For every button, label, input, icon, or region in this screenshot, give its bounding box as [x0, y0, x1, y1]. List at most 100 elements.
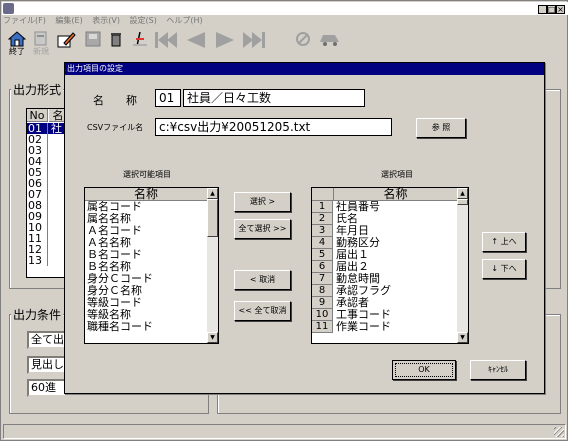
car-button[interactable] [317, 31, 343, 59]
selected-item[interactable]: 8 承認フラグ [312, 285, 457, 297]
select-all-button[interactable]: 全て選択 >> [234, 219, 291, 239]
first-record-button[interactable] [153, 31, 179, 59]
menu-settings[interactable]: 設定(S) [130, 16, 157, 25]
selected-title: 選択項目 [381, 170, 413, 179]
pencil-icon [56, 31, 76, 48]
resize-grip-icon[interactable] [554, 427, 564, 437]
scroll-up-icon[interactable]: ▲ [207, 188, 218, 199]
selected-item-label: 工事コード [336, 309, 391, 321]
close-window-button[interactable]: × [556, 5, 565, 14]
cond-field-all[interactable]: 全て出 [27, 331, 67, 349]
selected-item[interactable]: 10 工事コード [312, 309, 457, 321]
selected-item[interactable]: 6 届出２ [312, 261, 457, 273]
exit-label: 終了 [9, 47, 25, 56]
selected-item[interactable]: 11 作業コード [312, 321, 457, 333]
scroll-thumb[interactable] [207, 199, 218, 237]
available-item[interactable]: Ａ名コード [85, 225, 207, 237]
available-list[interactable]: 名称 属名コード 属名名称 Ａ名コード Ａ名名称 Ｂ名コード Ｂ名名称 身分Ｃコード 身分Ｃ名… [84, 187, 219, 344]
scroll-up-icon[interactable]: ▲ [457, 188, 468, 199]
selected-item[interactable]: 3 年月日 [312, 225, 457, 237]
cancel-edit-button[interactable] [293, 31, 313, 59]
selected-list[interactable]: 名称 1 社員番号 2 氏名 3 年月日 4 勤務区分 5 届出１ 6 届出２ 7 勤怠時間 8 承認フラグ 9… [311, 187, 469, 344]
selected-item-no: 11 [312, 321, 333, 333]
available-item[interactable]: Ｂ名名称 [85, 261, 207, 273]
browse-button[interactable]: 参 照 [416, 118, 466, 138]
selected-item-label: 年月日 [336, 225, 369, 237]
output-list: No 名 01 02 03 04 05 06 07 08 09 10 11 12 13 社 [26, 108, 67, 278]
selected-item-no: 4 [312, 237, 333, 249]
available-header: 名称 [85, 188, 207, 201]
dialog-cancel-button[interactable]: ｷｬﾝｾﾙ [470, 360, 526, 380]
list-row-no[interactable]: 13 [27, 255, 48, 266]
selected-item[interactable]: 2 氏名 [312, 213, 457, 225]
available-item[interactable]: 等級コード [85, 297, 207, 309]
available-item[interactable]: 属名コード [85, 201, 207, 213]
selected-item-label: 届出１ [336, 249, 369, 261]
save-button[interactable] [83, 31, 103, 59]
selected-item-no: 6 [312, 261, 333, 273]
menu-edit[interactable]: 編集(E) [55, 16, 82, 25]
menu-view[interactable]: 表示(V) [92, 16, 120, 25]
name-no-field[interactable]: 01 [155, 89, 181, 107]
move-up-button[interactable]: ↑ 上へ [482, 232, 526, 252]
selected-item-no: 1 [312, 201, 333, 213]
selected-item-label: 届出２ [336, 261, 369, 273]
cond-field-base60[interactable]: 60進数 [27, 379, 67, 397]
available-title: 選択可能項目 [123, 170, 171, 179]
available-item[interactable]: 身分Ｃ名称 [85, 285, 207, 297]
cond-field-heading[interactable]: 見出し [27, 356, 67, 374]
scroll-down-icon[interactable]: ▼ [457, 332, 468, 343]
selected-item[interactable]: 7 勤怠時間 [312, 273, 457, 285]
csv-path-field[interactable]: c:¥csv出力¥20051205.txt [155, 118, 392, 136]
available-scrollbar[interactable]: ▲ ▼ [207, 188, 218, 343]
scroll-thumb[interactable] [457, 199, 468, 205]
name-field[interactable]: 社員／日々工数 [183, 89, 365, 107]
selected-header: 名称 [334, 188, 457, 201]
last-record-button[interactable] [241, 31, 267, 59]
list-row1-name[interactable]: 社 [51, 123, 62, 134]
maximize-button[interactable]: □ [547, 5, 556, 14]
selected-item-label: 勤怠時間 [336, 273, 380, 285]
exit-button[interactable]: 終了 [7, 31, 27, 59]
available-item[interactable]: 属名名称 [85, 213, 207, 225]
prev-record-button[interactable] [183, 31, 209, 59]
next-icon [212, 31, 238, 48]
save-icon [84, 31, 102, 47]
skip-first-icon [153, 31, 179, 48]
selected-item[interactable]: 4 勤務区分 [312, 237, 457, 249]
selected-item-no: 5 [312, 249, 333, 261]
cancel-all-button[interactable]: << 全て取消 [234, 301, 291, 321]
selected-item[interactable]: 5 届出１ [312, 249, 457, 261]
minimize-button[interactable]: _ [538, 5, 547, 14]
new-button[interactable]: 新規 [31, 31, 51, 59]
selected-scrollbar[interactable]: ▲ ▼ [457, 188, 468, 343]
move-down-button[interactable]: ↓ 下へ [482, 259, 526, 279]
menu-help[interactable]: ヘルプ(H) [166, 16, 202, 25]
selected-item-no: 2 [312, 213, 333, 225]
selected-item-label: 作業コード [336, 321, 391, 333]
new-record-icon [32, 31, 50, 47]
csv-label: CSVファイル名 [87, 123, 144, 132]
available-item[interactable]: Ｂ名コード [85, 249, 207, 261]
output-format-title: 出力形式 [11, 81, 64, 98]
next-record-button[interactable] [212, 31, 238, 59]
menu-file[interactable]: ファイル(F) [3, 16, 46, 25]
available-item[interactable]: 等級名称 [85, 309, 207, 321]
available-item[interactable]: 職種名コード [85, 321, 207, 333]
ok-button[interactable]: OK [392, 360, 456, 380]
cancel-select-button[interactable]: < 取消 [234, 270, 291, 290]
selected-item[interactable]: 9 承認者 [312, 297, 457, 309]
edit-button[interactable] [55, 31, 76, 59]
available-item[interactable]: Ａ名名称 [85, 237, 207, 249]
delete-button[interactable] [106, 31, 126, 59]
home-icon [7, 31, 27, 47]
skip-last-icon [241, 31, 267, 48]
toolbar: 終了 新規 [3, 29, 567, 63]
available-item[interactable]: 身分Ｃコード [85, 273, 207, 285]
name-label: 名 称 [93, 94, 137, 107]
filter-button[interactable] [130, 31, 150, 59]
no-entry-icon [294, 31, 312, 47]
scroll-down-icon[interactable]: ▼ [207, 332, 218, 343]
select-button[interactable]: 選択 > [234, 192, 291, 212]
selected-item[interactable]: 1 社員番号 [312, 201, 457, 213]
